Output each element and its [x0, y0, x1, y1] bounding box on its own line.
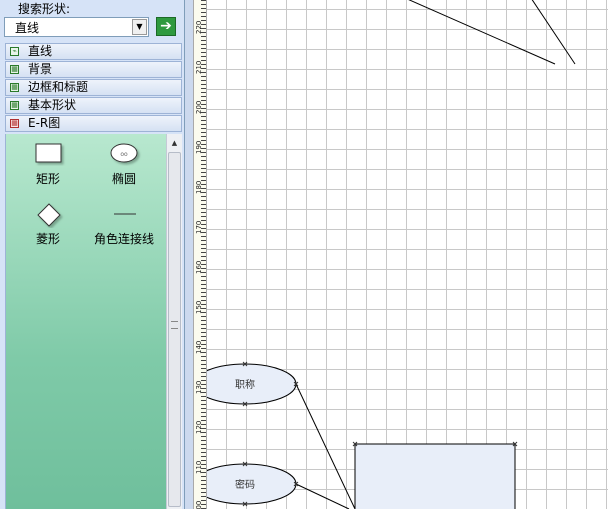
- ruler-number: 160: [195, 260, 203, 274]
- shape-rectangle[interactable]: 矩形: [8, 142, 88, 190]
- connector-line[interactable]: [405, 0, 556, 65]
- ruler-number: 190: [195, 140, 203, 154]
- stencil-label: 背景: [28, 62, 53, 76]
- stencil-basic-shapes[interactable]: ▦ 基本形状: [5, 97, 182, 114]
- search-input[interactable]: [5, 18, 130, 36]
- stencil-label: 基本形状: [28, 98, 77, 112]
- stencil-label: E-R图: [28, 116, 61, 130]
- stencil-label: 直线: [28, 44, 53, 58]
- stencil-er-diagram[interactable]: ▦ E-R图: [5, 115, 182, 132]
- ellipse-icon: oo: [110, 143, 138, 163]
- ruler-number: 200: [195, 100, 203, 114]
- stencil-grid-icon: ▦: [10, 101, 19, 110]
- arrow-right-icon: ➔: [160, 18, 172, 34]
- drawing-canvas[interactable]: 职称 密码: [207, 0, 608, 509]
- attribute-label: 职称: [235, 378, 255, 391]
- shape-label: 椭圆: [111, 172, 136, 186]
- ruler-number: 170: [195, 220, 203, 234]
- search-shapes-label: 搜索形状:: [18, 2, 71, 16]
- ruler-number: 100: [195, 500, 203, 509]
- ruler-number: 120: [195, 420, 203, 434]
- connector-line-icon: [114, 213, 136, 215]
- ruler-number: 180: [195, 180, 203, 194]
- stencil-grid-icon: ▦: [10, 65, 19, 74]
- shape-diamond[interactable]: 菱形: [8, 202, 88, 250]
- stencil-shapes-area: 矩形 oo 椭圆 菱形 角色连接线: [5, 134, 166, 509]
- attribute-ellipse[interactable]: 职称: [207, 363, 297, 405]
- connector-line[interactable]: [531, 0, 576, 65]
- shape-role-connector[interactable]: 角色连接线: [84, 202, 164, 250]
- panel-splitter[interactable]: [185, 0, 193, 509]
- lines-stencil-icon: ⌁: [10, 47, 19, 56]
- ruler-number: 140: [195, 340, 203, 354]
- vertical-ruler: 220 210 200 190 180 170 160 150 140 130 120 110 100: [193, 0, 207, 509]
- chevron-down-icon: ▼: [136, 22, 143, 31]
- connector-line[interactable]: [295, 483, 350, 509]
- connector-line[interactable]: [295, 383, 356, 509]
- shape-label: 矩形: [35, 172, 60, 186]
- stencil-grid-icon: ▦: [10, 83, 19, 92]
- attribute-label: 密码: [235, 478, 255, 491]
- dropdown-arrow-button[interactable]: ▼: [132, 19, 147, 35]
- entity-rectangle[interactable]: [354, 443, 516, 509]
- shape-label: 角色连接线: [93, 232, 154, 246]
- ruler-number: 130: [195, 380, 203, 394]
- attribute-ellipse[interactable]: 密码: [207, 463, 297, 505]
- stencil-lines[interactable]: ⌁ 直线: [5, 43, 182, 60]
- ruler-number: 110: [195, 460, 203, 474]
- shapes-panel: 搜索形状: ▼ ➔ ⌁ 直线 ▦ 背景 ▦ 边框和标题 ▦ 基本形状 ▦ E-R…: [0, 0, 185, 509]
- stencil-er-icon: ▦: [10, 119, 19, 128]
- drawing-svg: 职称 密码: [207, 0, 576, 509]
- ruler-number: 150: [195, 300, 203, 314]
- stencil-label: 边框和标题: [28, 80, 89, 94]
- shape-ellipse[interactable]: oo 椭圆: [84, 142, 164, 190]
- scroll-thumb[interactable]: [168, 152, 181, 507]
- scroll-grip-icon: [171, 321, 178, 329]
- stencil-backgrounds[interactable]: ▦ 背景: [5, 61, 182, 78]
- search-combobox[interactable]: ▼: [4, 17, 149, 37]
- ruler-number: 220: [195, 20, 203, 34]
- stencil-borders-titles[interactable]: ▦ 边框和标题: [5, 79, 182, 96]
- scroll-up-arrow-icon[interactable]: ▲: [168, 136, 181, 150]
- rectangle-icon: [35, 143, 62, 163]
- stencil-scrollbar[interactable]: ▲: [166, 134, 182, 509]
- shape-label: 菱形: [35, 232, 60, 246]
- search-go-button[interactable]: ➔: [156, 17, 176, 36]
- ruler-number: 210: [195, 60, 203, 74]
- svg-text:oo: oo: [120, 151, 128, 158]
- diamond-icon: [37, 203, 61, 227]
